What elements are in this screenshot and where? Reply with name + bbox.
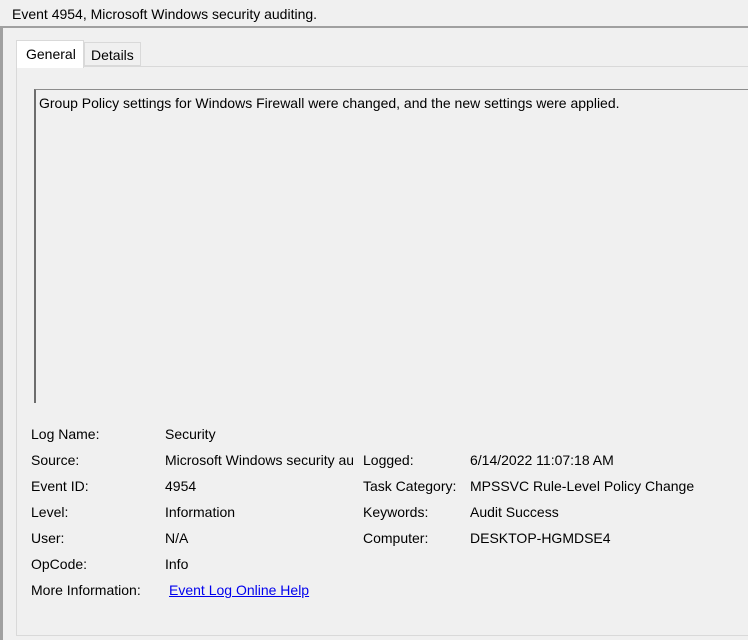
window-left-border bbox=[0, 28, 3, 640]
level-value[interactable]: Information bbox=[165, 504, 235, 520]
level-label: Level: bbox=[31, 504, 69, 520]
logged-label: Logged: bbox=[363, 452, 414, 468]
task-category-label: Task Category: bbox=[363, 478, 457, 494]
window-title-bar: Event 4954, Microsoft Windows security a… bbox=[0, 0, 748, 28]
more-information-label: More Information: bbox=[31, 582, 141, 598]
source-value[interactable]: Microsoft Windows security auditing. bbox=[165, 452, 353, 468]
window-title: Event 4954, Microsoft Windows security a… bbox=[12, 6, 318, 22]
source-label: Source: bbox=[31, 452, 80, 468]
keywords-label: Keywords: bbox=[363, 504, 429, 520]
log-name-value[interactable]: Security bbox=[165, 426, 216, 442]
tab-details[interactable]: Details bbox=[84, 42, 141, 66]
tab-general-label: General bbox=[26, 46, 76, 62]
user-value[interactable]: N/A bbox=[165, 530, 188, 546]
event-description-text: Group Policy settings for Windows Firewa… bbox=[39, 95, 620, 111]
log-name-label: Log Name: bbox=[31, 426, 100, 442]
opcode-label: OpCode: bbox=[31, 556, 88, 572]
logged-value[interactable]: 6/14/2022 11:07:18 AM bbox=[470, 452, 614, 468]
task-category-value[interactable]: MPSSVC Rule-Level Policy Change bbox=[470, 478, 694, 494]
computer-label: Computer: bbox=[363, 530, 429, 546]
tab-details-label: Details bbox=[91, 47, 134, 63]
opcode-value[interactable]: Info bbox=[165, 556, 188, 572]
event-log-online-help-link[interactable]: Event Log Online Help bbox=[169, 582, 309, 598]
event-description-box[interactable]: Group Policy settings for Windows Firewa… bbox=[34, 89, 748, 403]
keywords-value[interactable]: Audit Success bbox=[470, 504, 559, 520]
event-id-label: Event ID: bbox=[31, 478, 89, 494]
user-label: User: bbox=[31, 530, 65, 546]
event-id-value[interactable]: 4954 bbox=[165, 478, 196, 494]
computer-value[interactable]: DESKTOP-HGMDSE4 bbox=[470, 530, 611, 546]
tab-general[interactable]: General bbox=[16, 40, 84, 68]
